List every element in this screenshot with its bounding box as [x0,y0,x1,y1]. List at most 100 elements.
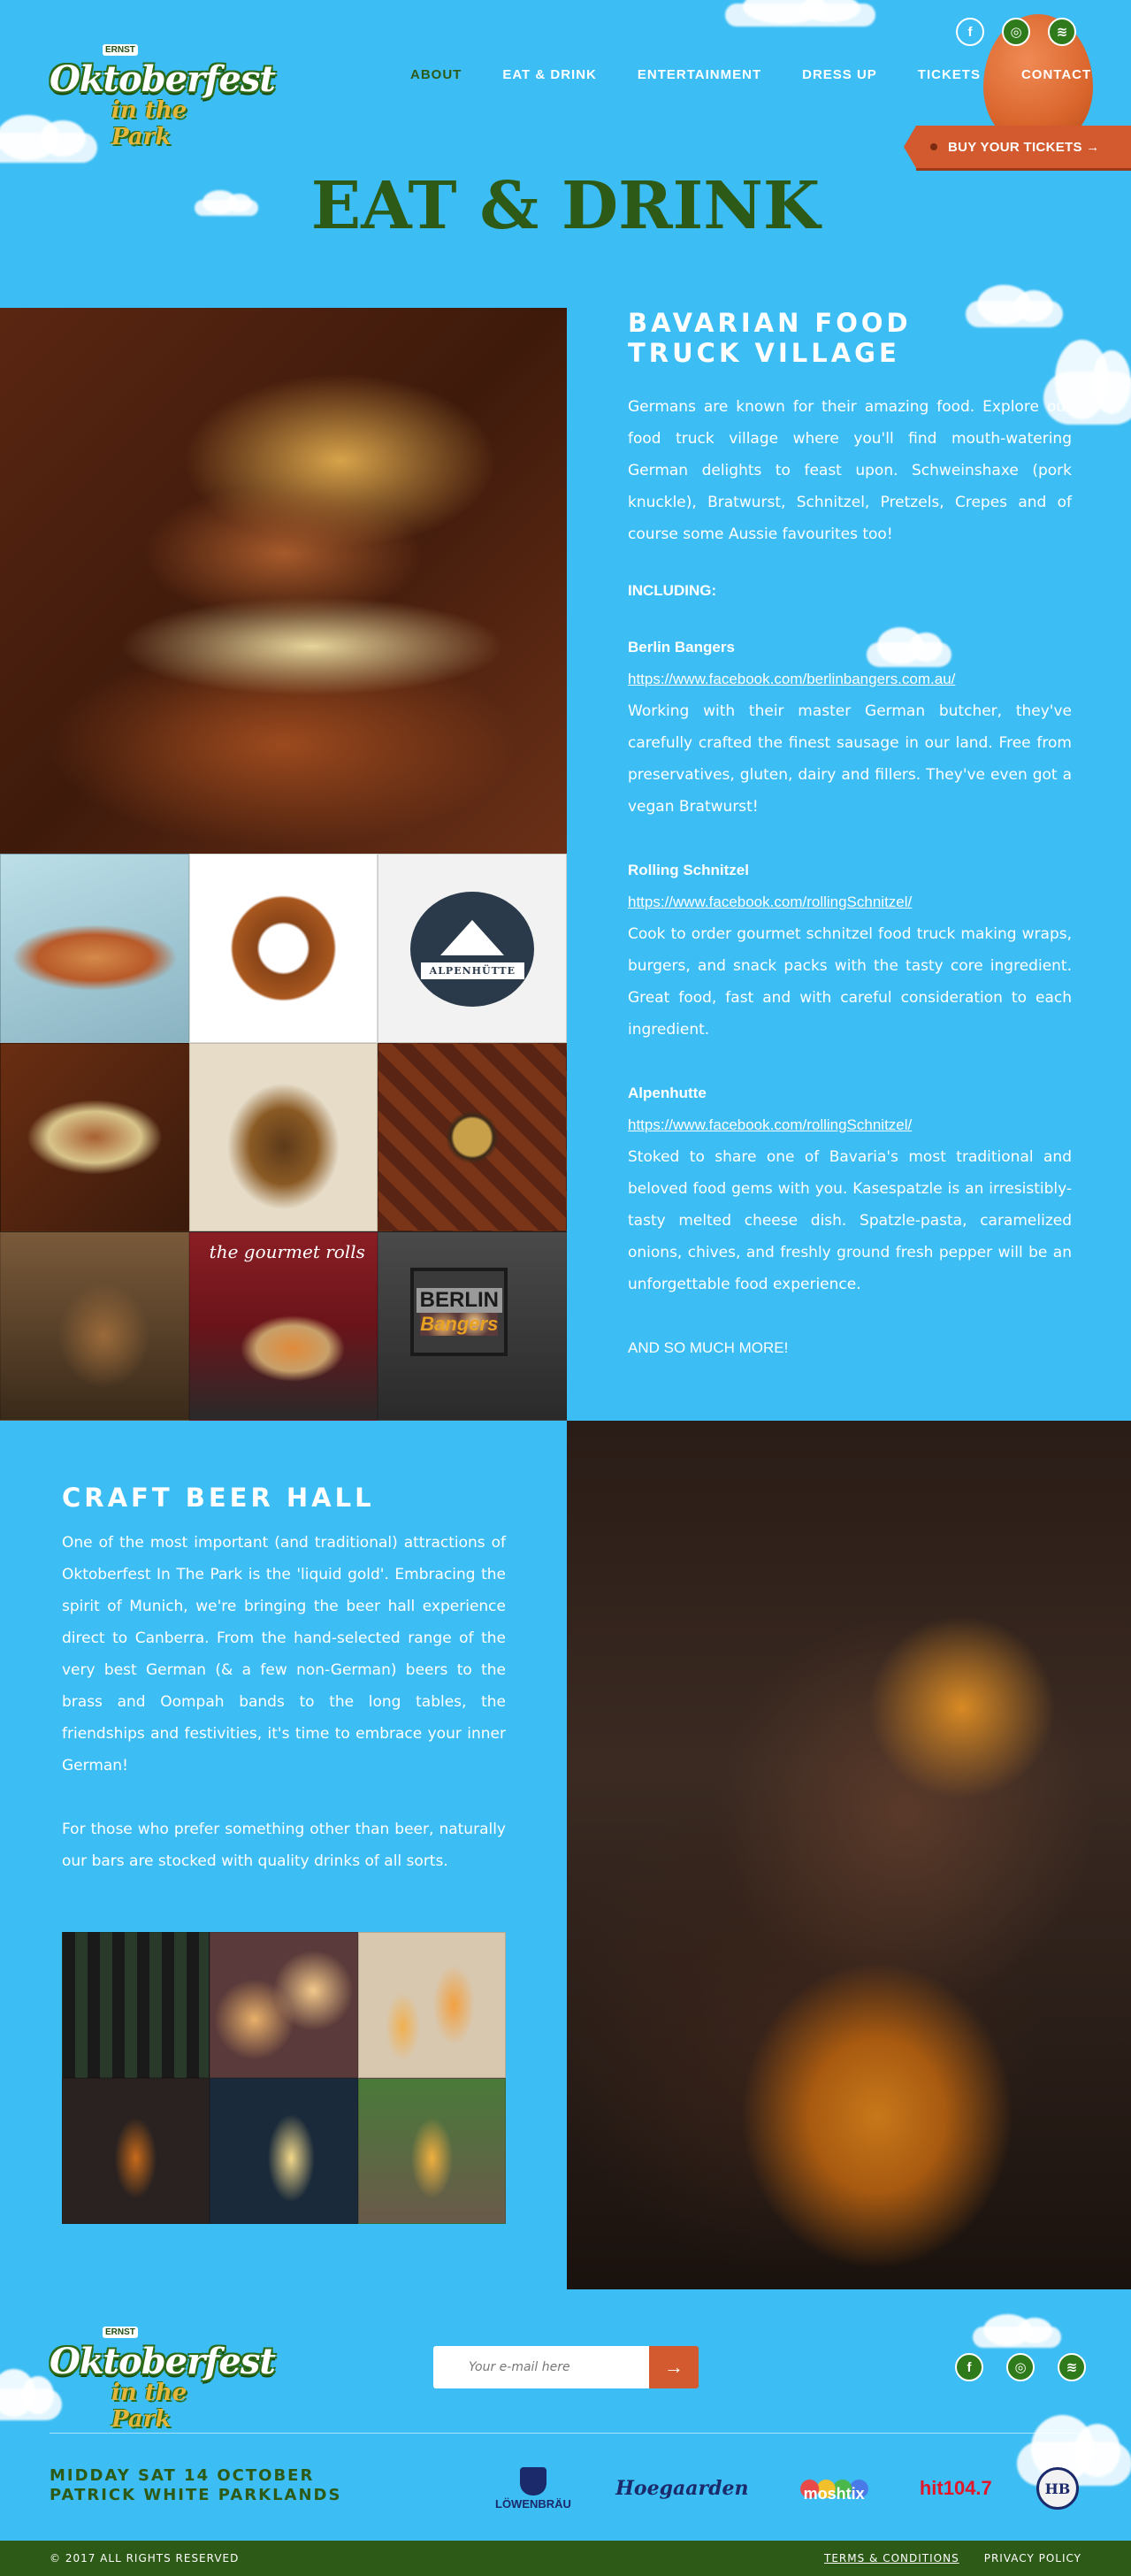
banner-dot-icon [930,143,937,150]
lowenbrau-emblem-icon [519,2466,546,2496]
nav-tickets[interactable]: Tickets [918,67,981,82]
food-title-line1: BAVARIAN FOOD [628,308,912,338]
including-label: INCLUDING: [628,582,717,599]
vendor-berlin-bangers: Berlin Bangers https://www.facebook.com/… [628,632,1072,823]
beer-and-hotdogs-photo [0,1231,189,1421]
copyright-text: © 2017 ALL RIGHTS RESERVED [50,2552,240,2564]
cheers-glasses-photo [357,1932,506,2078]
hofbrauhaus-logo[interactable]: HB [1035,2467,1079,2510]
terms-link[interactable]: TERMS & CONDITIONS [824,2552,959,2564]
newsletter-form: → [433,2346,699,2388]
alpenhutte-badge: ALPENHÜTTE [410,892,535,1007]
logo-sub-text: in the Park [111,97,187,150]
spotify-icon[interactable]: ≋ [1048,18,1076,46]
buy-tickets-label: BUY YOUR TICKETS → [948,139,1100,155]
vendor-description: Cook to order gourmet schnitzel food tru… [628,925,1072,1039]
vendor-link[interactable]: https://www.facebook.com/berlinbangers.c… [628,663,1072,695]
beer-toast-photo [210,2078,358,2224]
vendor-link[interactable]: https://www.facebook.com/rollingSchnitze… [628,1109,1072,1141]
footer-logo[interactable]: ERNST Oktoberfest in the Park [50,2325,276,2433]
facebook-icon[interactable]: f [956,18,984,46]
buy-tickets-button[interactable]: BUY YOUR TICKETS → [904,126,1131,168]
footer-divider [50,2433,1081,2434]
site-header: ERNST Oktoberfest in the Park About Eat … [0,0,1131,168]
vendor-description: Stoked to share one of Bavaria's most tr… [628,1148,1072,1293]
berlin-sign-bottom: Bangers [420,1313,499,1337]
site-footer: ERNST Oktoberfest in the Park → f ◎ ≋ [0,2289,1131,2433]
schnitzel-tray-photo [188,1042,378,1232]
event-location: PATRICK WHITE PARKLANDS [50,2486,342,2504]
beer-bottles-photo [62,1932,210,2078]
nav-contact[interactable]: Contact [1021,67,1091,82]
vendor-name: Alpenhutte [628,1085,707,1101]
vendor-name: Berlin Bangers [628,639,735,656]
gourmet-rolls-sign: the gourmet rolls [209,1241,365,1263]
hoegaarden-logo[interactable]: Hoegaarden [615,2477,748,2500]
bottom-bar: © 2017 ALL RIGHTS RESERVED TERMS & CONDI… [0,2541,1131,2576]
vendor-description: Working with their master German butcher… [628,702,1072,816]
mountain-icon [440,919,505,955]
event-date: MIDDAY SAT 14 OCTOBER [50,2466,315,2485]
beer-glasses-table-photo [210,1932,358,2078]
food-text-column: BAVARIAN FOOD TRUCK VILLAGE Germans are … [628,308,1072,1364]
vendor-link[interactable]: https://www.facebook.com/rollingSchnitze… [628,886,1072,918]
main-nav: About Eat & Drink Entertainment Dress Up… [410,67,1091,82]
sponsor-logos: LÖWENBRÄU Hoegaarden moshtix hit104.7 HB [495,2457,1079,2519]
so-much-more-text: AND SO MUCH MORE! [628,1339,789,1356]
privacy-link[interactable]: PRIVACY POLICY [984,2552,1081,2564]
moshtix-logo[interactable]: moshtix [793,2472,875,2505]
food-photo-grid: ALPENHÜTTE the gourmet rolls BERLIN Bang… [0,854,567,1421]
logo-sponsor-text: ERNST [103,44,138,56]
food-section-title: BAVARIAN FOOD TRUCK VILLAGE [628,308,1072,368]
food-intro-text: Germans are known for their amazing food… [628,398,1072,543]
beer-glass-outdoor-photo [357,2078,506,2224]
legal-links: TERMS & CONDITIONS PRIVACY POLICY [824,2552,1081,2564]
email-submit-button[interactable]: → [649,2346,699,2388]
logo-main-text: Oktoberfest [50,58,276,100]
alpenhutte-badge-text: ALPENHÜTTE [420,962,524,979]
pork-knuckle-photo [378,1042,567,1232]
pretzel-photo [188,854,378,1043]
hotdog-photo [0,854,189,1043]
nav-entertainment[interactable]: Entertainment [638,67,761,82]
hit1047-logo[interactable]: hit104.7 [920,2477,992,2500]
food-section: ALPENHÜTTE the gourmet rolls BERLIN Bang… [0,308,1131,1421]
vendor-name: Rolling Schnitzel [628,862,749,878]
sausage-roll-photo [0,1042,189,1232]
alpenhutte-logo-photo: ALPENHÜTTE [378,854,567,1043]
beer-paragraph-1: One of the most important (and tradition… [62,1534,506,1775]
nav-dress-up[interactable]: Dress Up [802,67,877,82]
footer-social-links: f ◎ ≋ [955,2353,1086,2381]
event-info: MIDDAY SAT 14 OCTOBER PATRICK WHITE PARK… [50,2466,341,2505]
lowenbrau-text: LÖWENBRÄU [495,2496,571,2511]
vendor-rolling-schnitzel: Rolling Schnitzel https://www.facebook.c… [628,855,1072,1046]
man-drinking-beer-photo [567,1421,1131,2289]
page-title: EAT & DRINK [310,168,821,244]
spotify-icon[interactable]: ≋ [1058,2353,1086,2381]
food-title-line2: TRUCK VILLAGE [628,338,900,368]
lowenbrau-logo[interactable]: LÖWENBRÄU [495,2466,571,2511]
hand-holding-beer-photo [62,2078,210,2224]
vendor-alpenhutte: Alpenhutte https://www.facebook.com/roll… [628,1077,1072,1300]
nav-eat-drink[interactable]: Eat & Drink [502,67,597,82]
berlin-sign-top: BERLIN [416,1288,502,1314]
logo-main-text: Oktoberfest [50,2341,276,2382]
berlin-bangers-truck-photo: BERLIN Bangers [378,1231,567,1421]
beer-paragraph-2: For those who prefer something other tha… [62,1821,506,1870]
beer-text-column: CRAFT BEER HALL One of the most importan… [62,1483,506,1877]
beer-photo-grid [62,1932,506,2224]
site-logo[interactable]: ERNST Oktoberfest in the Park [50,42,276,150]
beer-section: CRAFT BEER HALL One of the most importan… [0,1421,1131,2289]
bratwurst-photo [0,308,567,854]
nav-about[interactable]: About [410,67,462,82]
facebook-icon[interactable]: f [955,2353,983,2381]
logo-sponsor-text: ERNST [103,2327,138,2338]
email-input[interactable] [433,2346,649,2388]
header-social-links: f ◎ ≋ [956,18,1076,46]
beer-section-title: CRAFT BEER HALL [62,1483,375,1513]
instagram-icon[interactable]: ◎ [1006,2353,1035,2381]
logo-sub-text: in the Park [111,2380,187,2433]
gourmet-rolls-photo: the gourmet rolls [188,1231,378,1421]
instagram-icon[interactable]: ◎ [1002,18,1030,46]
berlin-bangers-sign: BERLIN Bangers [410,1268,508,1357]
